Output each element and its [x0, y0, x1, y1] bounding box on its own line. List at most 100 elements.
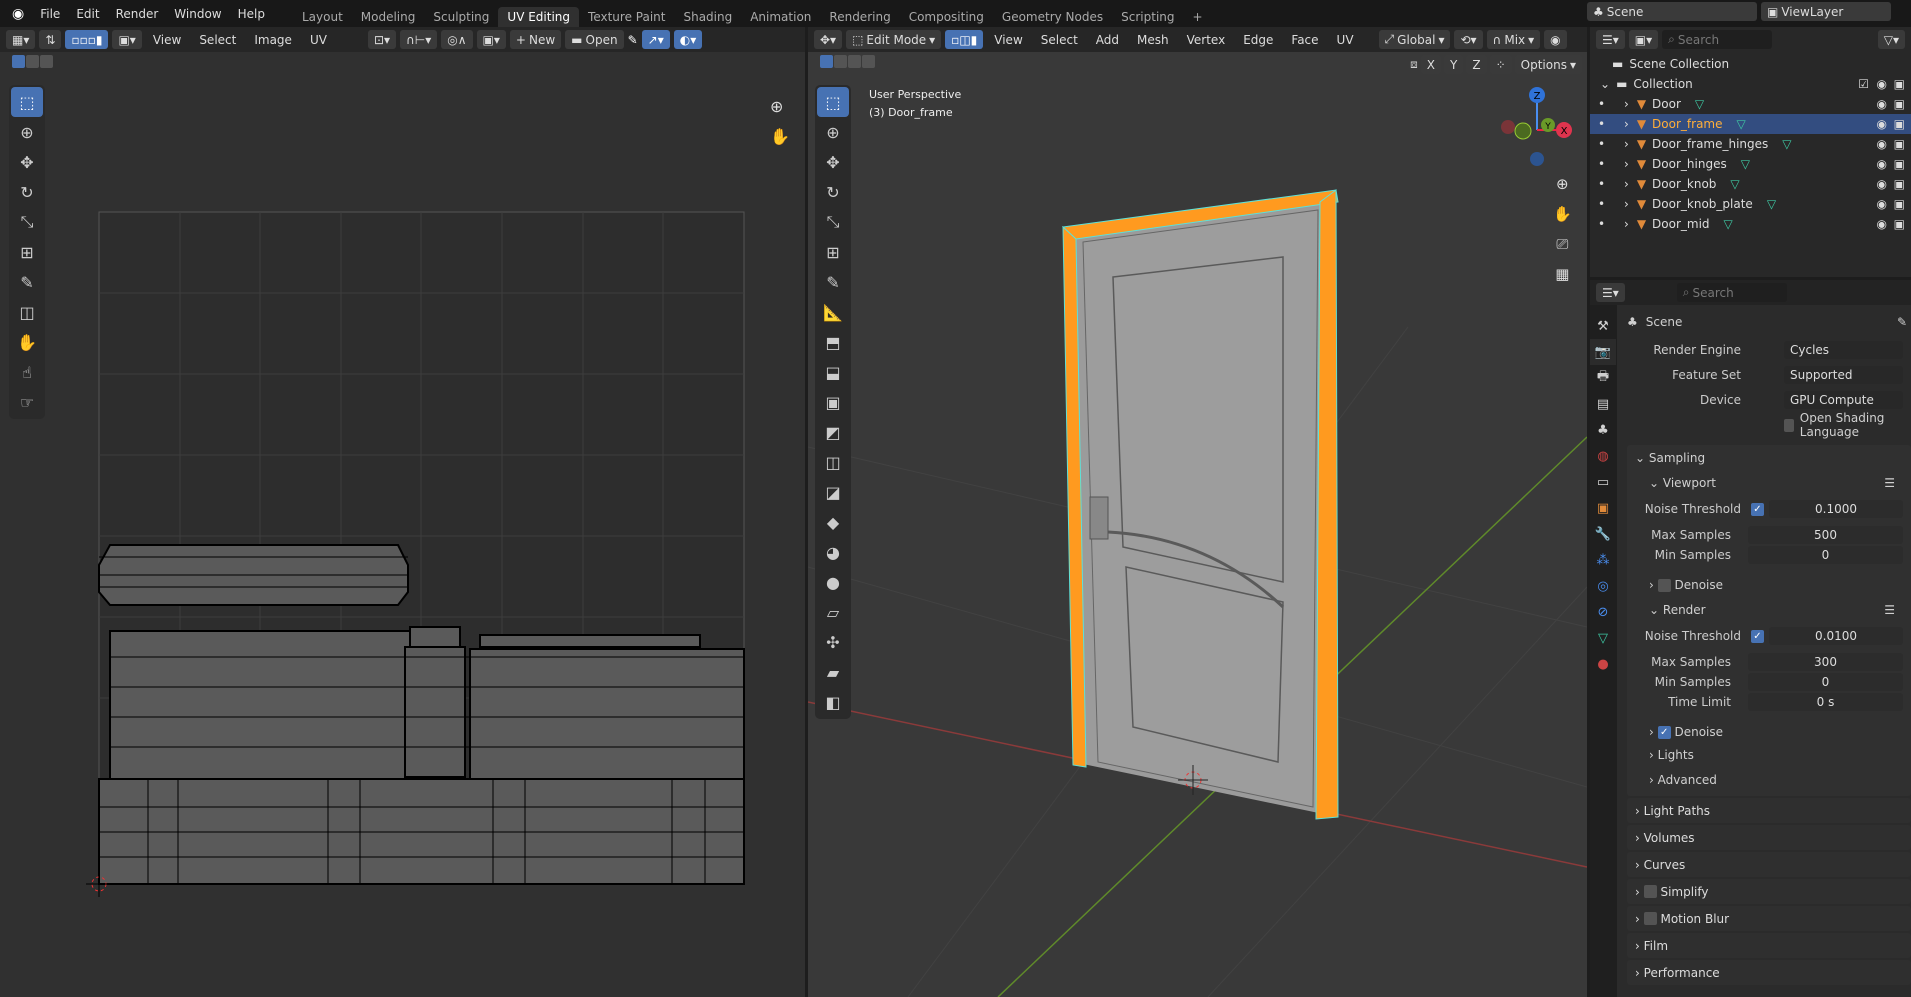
sampling-header[interactable]: ⌄ Sampling — [1627, 445, 1911, 470]
mesh-data-icon[interactable]: ▽ — [1730, 177, 1739, 191]
menu-edit[interactable]: Edit — [68, 7, 107, 21]
mesh-data-icon[interactable]: ▽ — [1724, 217, 1733, 231]
select-box-tool-icon[interactable]: ⬚ — [817, 87, 849, 117]
tab-sculpting[interactable]: Sculpting — [424, 7, 498, 27]
menu-help[interactable]: Help — [230, 7, 273, 21]
lights-subpanel[interactable]: › Lights — [1627, 742, 1911, 767]
tab-texture-paint[interactable]: Texture Paint — [579, 7, 674, 27]
data-tab-icon[interactable]: ▽ — [1590, 625, 1616, 651]
eye-icon[interactable]: ◉ — [1877, 197, 1887, 211]
tab-uv-editing[interactable]: UV Editing — [498, 7, 580, 27]
mesh-data-icon[interactable]: ▽ — [1767, 197, 1776, 211]
loop-cut-tool-icon[interactable]: ◫ — [817, 447, 849, 477]
outliner-item-door-frame[interactable]: • › ▼ Door_frame ▽ ◉ ▣ — [1590, 114, 1911, 134]
eye-icon[interactable]: ◉ — [1877, 77, 1887, 91]
chevron-right-icon[interactable]: › — [1624, 197, 1629, 211]
add-workspace-button[interactable]: + — [1184, 7, 1212, 27]
visibility-dot-icon[interactable]: • — [1590, 137, 1624, 151]
camera-icon[interactable]: ▣ — [1894, 77, 1905, 91]
vp-noise-checkbox[interactable]: ✓ — [1751, 502, 1764, 516]
constraints-tab-icon[interactable]: ⊘ — [1590, 599, 1616, 625]
visibility-dot-icon[interactable]: • — [1590, 177, 1624, 191]
viewport-canvas[interactable]: Z X Y — [808, 27, 1587, 997]
tab-scripting[interactable]: Scripting — [1112, 7, 1183, 27]
inset-tool-icon[interactable]: ▣ — [817, 387, 849, 417]
camera-icon[interactable]: ▣ — [1894, 197, 1905, 211]
menu-file[interactable]: File — [32, 7, 68, 21]
r-time-field[interactable]: 0 s — [1748, 693, 1903, 711]
tab-modeling[interactable]: Modeling — [352, 7, 425, 27]
eye-icon[interactable]: ◉ — [1877, 97, 1887, 111]
output-tab-icon[interactable]: 🖶 — [1590, 365, 1616, 391]
eye-icon[interactable]: ◉ — [1877, 217, 1887, 231]
world-tab-icon[interactable]: ◍ — [1590, 443, 1616, 469]
spin-tool-icon[interactable]: ◕ — [817, 537, 849, 567]
tab-rendering[interactable]: Rendering — [820, 7, 899, 27]
device-dropdown[interactable]: GPU Compute — [1784, 391, 1903, 409]
move-tool-icon[interactable]: ✥ — [817, 147, 849, 177]
outliner-item-door-mid[interactable]: • › ▼ Door_mid ▽ ◉ ▣ — [1590, 214, 1911, 234]
shear-tool-icon[interactable]: ▰ — [817, 657, 849, 687]
camera-icon[interactable]: ▣ — [1894, 157, 1905, 171]
properties-search-input[interactable]: ⌕ Search — [1676, 283, 1787, 302]
render-engine-dropdown[interactable]: Cycles — [1784, 341, 1903, 359]
bevel-tool-icon[interactable]: ◩ — [817, 417, 849, 447]
object-tab-icon[interactable]: ▣ — [1590, 495, 1616, 521]
camera-icon[interactable]: ▣ — [1894, 177, 1905, 191]
rip-tool-icon[interactable]: ◧ — [817, 687, 849, 717]
eye-icon[interactable]: ◉ — [1877, 117, 1887, 131]
chevron-right-icon[interactable]: › — [1624, 137, 1629, 151]
panel-light-paths[interactable]: › Light Paths — [1627, 798, 1911, 823]
particles-tab-icon[interactable]: ⁂ — [1590, 547, 1616, 573]
camera-view-icon[interactable]: ⎚ — [1553, 229, 1572, 259]
render-subpanel-header[interactable]: ⌄ Render ☰ — [1627, 597, 1911, 622]
vp-denoise-row[interactable]: › Denoise — [1627, 575, 1911, 595]
filter-icon[interactable]: ▽▾ — [1877, 30, 1905, 49]
add-cube-tool-icon[interactable]: ⬒ — [817, 327, 849, 357]
ortho-grid-icon[interactable]: ▦ — [1553, 259, 1572, 289]
outliner-item-door[interactable]: • › ▼ Door ▽ ◉ ▣ — [1590, 94, 1911, 114]
panel-film[interactable]: › Film — [1627, 933, 1911, 958]
uv-canvas[interactable] — [0, 27, 805, 997]
r-noise-field[interactable]: 0.0100 — [1769, 627, 1903, 645]
osl-row[interactable]: Open Shading Language — [1627, 411, 1911, 439]
visibility-dot-icon[interactable]: • — [1590, 117, 1624, 131]
r-denoise-checkbox[interactable]: ✓ — [1657, 725, 1671, 739]
physics-tab-icon[interactable]: ◎ — [1590, 573, 1616, 599]
advanced-subpanel[interactable]: › Advanced — [1627, 767, 1911, 792]
editor-type-button[interactable]: ☰▾ — [1596, 283, 1625, 302]
navigation-gizmo[interactable]: Z X Y — [1501, 87, 1572, 166]
mesh-data-icon[interactable]: ▽ — [1737, 117, 1746, 131]
r-min-field[interactable]: 0 — [1748, 673, 1903, 691]
exclude-checkbox[interactable]: ☑ — [1858, 77, 1869, 91]
panel-motion-blur[interactable]: › Motion Blur — [1627, 906, 1911, 931]
panel-enable-checkbox[interactable] — [1643, 885, 1657, 898]
scale-tool-icon[interactable]: ⤡ — [817, 207, 849, 237]
mesh-data-icon[interactable]: ▽ — [1695, 97, 1704, 111]
tab-animation[interactable]: Animation — [741, 7, 820, 27]
cursor-tool-icon[interactable]: ⊕ — [817, 117, 849, 147]
chevron-right-icon[interactable]: › — [1624, 97, 1629, 111]
smooth-tool-icon[interactable]: ● — [817, 567, 849, 597]
chevron-right-icon[interactable]: › — [1624, 217, 1629, 231]
edge-slide-tool-icon[interactable]: ▱ — [817, 597, 849, 627]
transform-tool-icon[interactable]: ⊞ — [817, 237, 849, 267]
outliner-item-door-hinges[interactable]: • › ▼ Door_hinges ▽ ◉ ▣ — [1590, 154, 1911, 174]
annotate-tool-icon[interactable]: ✎ — [817, 267, 849, 297]
panel-simplify[interactable]: › Simplify — [1627, 879, 1911, 904]
scene-selector[interactable]: ♣ Scene — [1587, 2, 1757, 21]
camera-icon[interactable]: ▣ — [1894, 217, 1905, 231]
eye-icon[interactable]: ◉ — [1877, 157, 1887, 171]
chevron-right-icon[interactable]: › — [1624, 117, 1629, 131]
modifier-tab-icon[interactable]: 🔧 — [1590, 521, 1616, 547]
feature-set-dropdown[interactable]: Supported — [1784, 366, 1903, 384]
tab-shading[interactable]: Shading — [674, 7, 741, 27]
tool-tab-icon[interactable]: ⚒ — [1590, 313, 1616, 339]
render-tab-icon[interactable]: 📷 — [1590, 339, 1616, 365]
tab-compositing[interactable]: Compositing — [900, 7, 993, 27]
menu-window[interactable]: Window — [166, 7, 229, 21]
chevron-right-icon[interactable]: › — [1624, 157, 1629, 171]
panel-performance[interactable]: › Performance — [1627, 960, 1911, 985]
presets-icon[interactable]: ☰ — [1884, 476, 1895, 490]
outliner-item-door-knob-plate[interactable]: • › ▼ Door_knob_plate ▽ ◉ ▣ — [1590, 194, 1911, 214]
